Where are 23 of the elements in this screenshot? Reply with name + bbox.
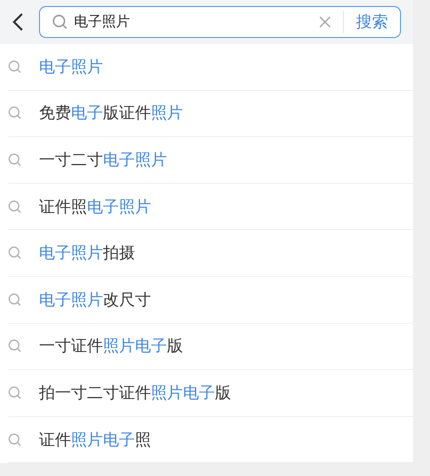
search-icon bbox=[8, 292, 22, 307]
suggestion-item[interactable]: 一寸二寸电子照片 bbox=[39, 148, 167, 172]
back-icon bbox=[12, 12, 24, 32]
suggestion-item[interactable]: 电子照片 bbox=[39, 54, 103, 79]
search-text: 电子照片 bbox=[74, 12, 131, 32]
search-icon bbox=[8, 246, 22, 260]
search-icon bbox=[8, 60, 22, 74]
search-icon bbox=[8, 200, 22, 214]
search-field[interactable]: 电子照片 搜索 bbox=[39, 6, 401, 38]
search-icon bbox=[52, 14, 68, 30]
search-icon bbox=[8, 339, 22, 354]
suggestion-item[interactable]: 证件照电子照片 bbox=[39, 194, 151, 219]
suggestion-item[interactable]: 电子照片拍摄 bbox=[39, 241, 135, 266]
suggestion-item[interactable]: 拍一寸二寸证件照片电子版 bbox=[39, 380, 231, 405]
suggestion-item[interactable]: 电子照片改尺寸 bbox=[39, 288, 151, 312]
suggestion-item[interactable]: 证件照片电子照 bbox=[39, 428, 151, 452]
search-icon bbox=[8, 152, 22, 167]
search-icon bbox=[8, 432, 22, 447]
search-icon bbox=[8, 386, 22, 400]
suggestion-item[interactable]: 一寸证件照片电子版 bbox=[39, 334, 183, 358]
suggestion-item[interactable]: 免费电子版证件照片 bbox=[39, 101, 183, 126]
search-button[interactable]: 搜索 bbox=[344, 10, 400, 34]
search-icon bbox=[8, 106, 22, 120]
